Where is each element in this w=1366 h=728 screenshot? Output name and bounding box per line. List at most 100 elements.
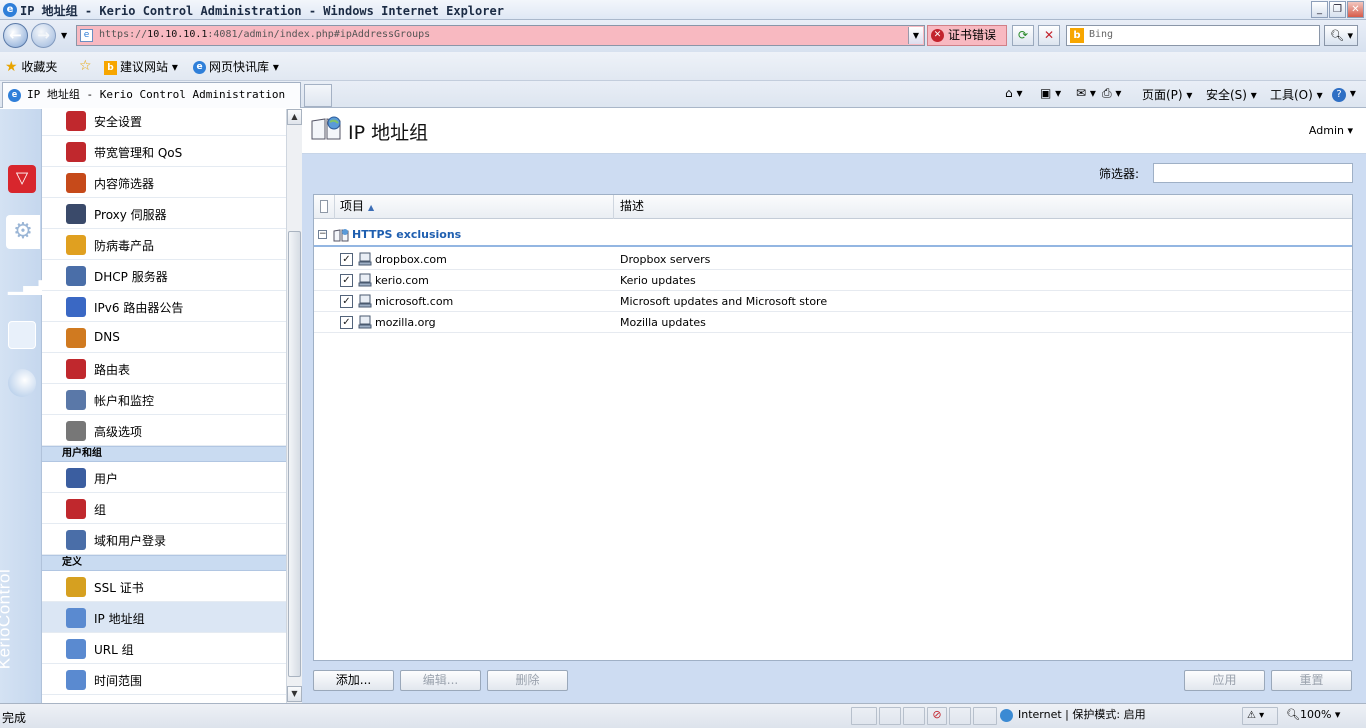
admin-menu[interactable]: Admin ▾ (1309, 124, 1353, 137)
table-row[interactable]: ✓ mozilla.org Mozilla updates (314, 312, 1352, 333)
nav-item-label: DNS (94, 330, 120, 344)
scroll-thumb[interactable] (288, 231, 301, 677)
forward-button[interactable]: → (31, 23, 56, 48)
tools-menu[interactable]: 工具(O) ▾ (1270, 86, 1323, 103)
home-icon: ⌂ (1005, 86, 1013, 100)
column-description-header[interactable]: 描述 (614, 195, 1352, 219)
nav-scrollbar[interactable]: ▲ ▼ (286, 109, 302, 703)
nav-item[interactable]: DHCP 服务器 (42, 260, 286, 291)
bandwidth-icon (66, 142, 86, 162)
home-button[interactable]: ⌂ ▾ (1005, 86, 1022, 100)
search-button[interactable]: 🔍︎ ▾ (1324, 25, 1358, 46)
web-slice-button[interactable]: e 网页快讯库 ▾ (193, 58, 279, 75)
search-input[interactable]: b Bing (1066, 25, 1320, 46)
nav-item[interactable]: 带宽管理和 QoS (42, 136, 286, 167)
address-toolbar: ← → ▼ e https://10.10.10.1:4081/admin/in… (0, 20, 1366, 52)
nav-item[interactable]: 高级选项 (42, 415, 286, 446)
nav-item[interactable]: 组 (42, 493, 286, 524)
page-menu[interactable]: 页面(P) ▾ (1142, 86, 1192, 103)
shield-icon (66, 111, 86, 131)
status-text: 完成 (2, 711, 27, 725)
row-checkbox[interactable]: ✓ (340, 274, 353, 287)
column-chooser[interactable] (314, 195, 335, 219)
history-dropdown-icon[interactable]: ▼ (61, 31, 67, 40)
row-checkbox[interactable]: ✓ (340, 253, 353, 266)
nav-item[interactable]: 防病毒产品 (42, 229, 286, 260)
reset-button[interactable]: 重置 (1271, 670, 1352, 691)
table-row[interactable]: ✓ microsoft.com Microsoft updates and Micr… (314, 291, 1352, 312)
add-favorite-button[interactable]: ☆ (79, 58, 92, 74)
scroll-up-icon[interactable]: ▲ (287, 109, 302, 125)
address-dropdown-icon[interactable]: ▼ (908, 27, 923, 44)
nav-item-label: URL 组 (94, 643, 134, 657)
scroll-down-icon[interactable]: ▼ (287, 686, 302, 702)
favorites-bar: ★ 收藏夹 ☆ b 建议网站 ▾ e 网页快讯库 ▾ (0, 52, 1366, 81)
new-tab-button[interactable] (304, 84, 332, 107)
maximize-button[interactable]: ❐ (1329, 1, 1346, 18)
nav-item[interactable]: 内容筛选器 (42, 167, 286, 198)
logs-module-icon[interactable] (8, 321, 36, 349)
accounting-icon (66, 390, 86, 410)
stop-button[interactable]: ✕ (1038, 25, 1060, 46)
nav-item[interactable]: 安全设置 (42, 109, 286, 136)
collapse-icon[interactable]: − (318, 230, 327, 239)
minimize-button[interactable]: _ (1311, 1, 1328, 18)
cert-error-button[interactable]: ✕ 证书错误 (927, 25, 1007, 46)
safety-menu[interactable]: 安全(S) ▾ (1206, 86, 1257, 103)
group-row[interactable]: − HTTPS exclusions (314, 225, 1352, 247)
add-button[interactable]: 添加... (313, 670, 394, 691)
zoom-control[interactable]: 🔍︎100% ▾ (1286, 707, 1340, 725)
suggested-sites-button[interactable]: b 建议网站 ▾ (104, 58, 178, 75)
nav-item[interactable]: URL 组 (42, 633, 286, 664)
back-button[interactable]: ← (3, 23, 28, 48)
edit-button[interactable]: 编辑... (400, 670, 481, 691)
row-checkbox[interactable]: ✓ (340, 316, 353, 329)
nav-item-label: Proxy 伺服器 (94, 208, 167, 222)
statistics-module-icon[interactable]: ▁▃▅ (8, 269, 54, 297)
close-window-button[interactable]: ✕ (1347, 1, 1364, 18)
nav-item[interactable]: 时间范围 (42, 664, 286, 695)
computer-icon (358, 273, 372, 287)
table-row[interactable]: ✓ kerio.com Kerio updates (314, 270, 1352, 291)
page-title: IP 地址组 (348, 122, 429, 144)
tab-kerio-admin[interactable]: e IP 地址组 - Kerio Control Administration (2, 82, 301, 108)
help-button[interactable]: ? ▾ (1332, 86, 1356, 102)
apply-button[interactable]: 应用 (1184, 670, 1265, 691)
domain-icon (66, 530, 86, 550)
antivirus-icon (66, 235, 86, 255)
nav-item[interactable]: IP 地址组 (42, 602, 286, 633)
settings-module-icon[interactable]: ⚙ (6, 215, 40, 249)
table-row[interactable]: ✓ dropbox.com Dropbox servers (314, 249, 1352, 270)
feeds-button[interactable]: ▣ ▾ (1040, 86, 1061, 100)
user-icon (66, 468, 86, 488)
security-module-icon[interactable]: ▽ (8, 165, 36, 193)
print-button[interactable]: ⎙ ▾ (1102, 86, 1121, 101)
status-segment (903, 707, 925, 725)
nav-item-label: IPv6 路由器公告 (94, 301, 184, 315)
popup-blocker-button[interactable]: ⚠ ▾ (1242, 707, 1278, 725)
delete-button[interactable]: 删除 (487, 670, 568, 691)
security-zone[interactable]: Internet | 保护模式: 启用 (1000, 707, 1146, 725)
row-checkbox[interactable]: ✓ (340, 295, 353, 308)
nav-item[interactable]: 帐户和监控 (42, 384, 286, 415)
nav-item[interactable]: 用户 (42, 462, 286, 493)
nav-item[interactable]: Proxy 伺服器 (42, 198, 286, 229)
nav-item[interactable]: DNS (42, 322, 286, 353)
address-bar[interactable]: e https://10.10.10.1:4081/admin/index.ph… (76, 25, 925, 46)
nav-item[interactable]: IPv6 路由器公告 (42, 291, 286, 322)
nav-item[interactable]: SSL 证书 (42, 571, 286, 602)
ie-logo-icon: e (3, 3, 17, 17)
column-item-header[interactable]: 项目 ▲ (335, 195, 614, 219)
refresh-button[interactable]: ⟳ (1012, 25, 1034, 46)
time-range-icon (66, 670, 86, 690)
status-module-icon[interactable] (8, 369, 36, 397)
favorites-button[interactable]: ★ 收藏夹 (5, 58, 57, 75)
sort-asc-icon: ▲ (368, 203, 375, 212)
mail-button[interactable]: ✉ ▾ (1076, 86, 1096, 100)
nav-item[interactable]: 域和用户登录 (42, 524, 286, 555)
filter-input[interactable] (1153, 163, 1353, 183)
nav-item[interactable]: 路由表 (42, 353, 286, 384)
filter-icon (66, 173, 86, 193)
protected-mode-icon[interactable]: ⊘ (927, 707, 947, 725)
window-titlebar: e IP 地址组 - Kerio Control Administration … (0, 0, 1366, 20)
